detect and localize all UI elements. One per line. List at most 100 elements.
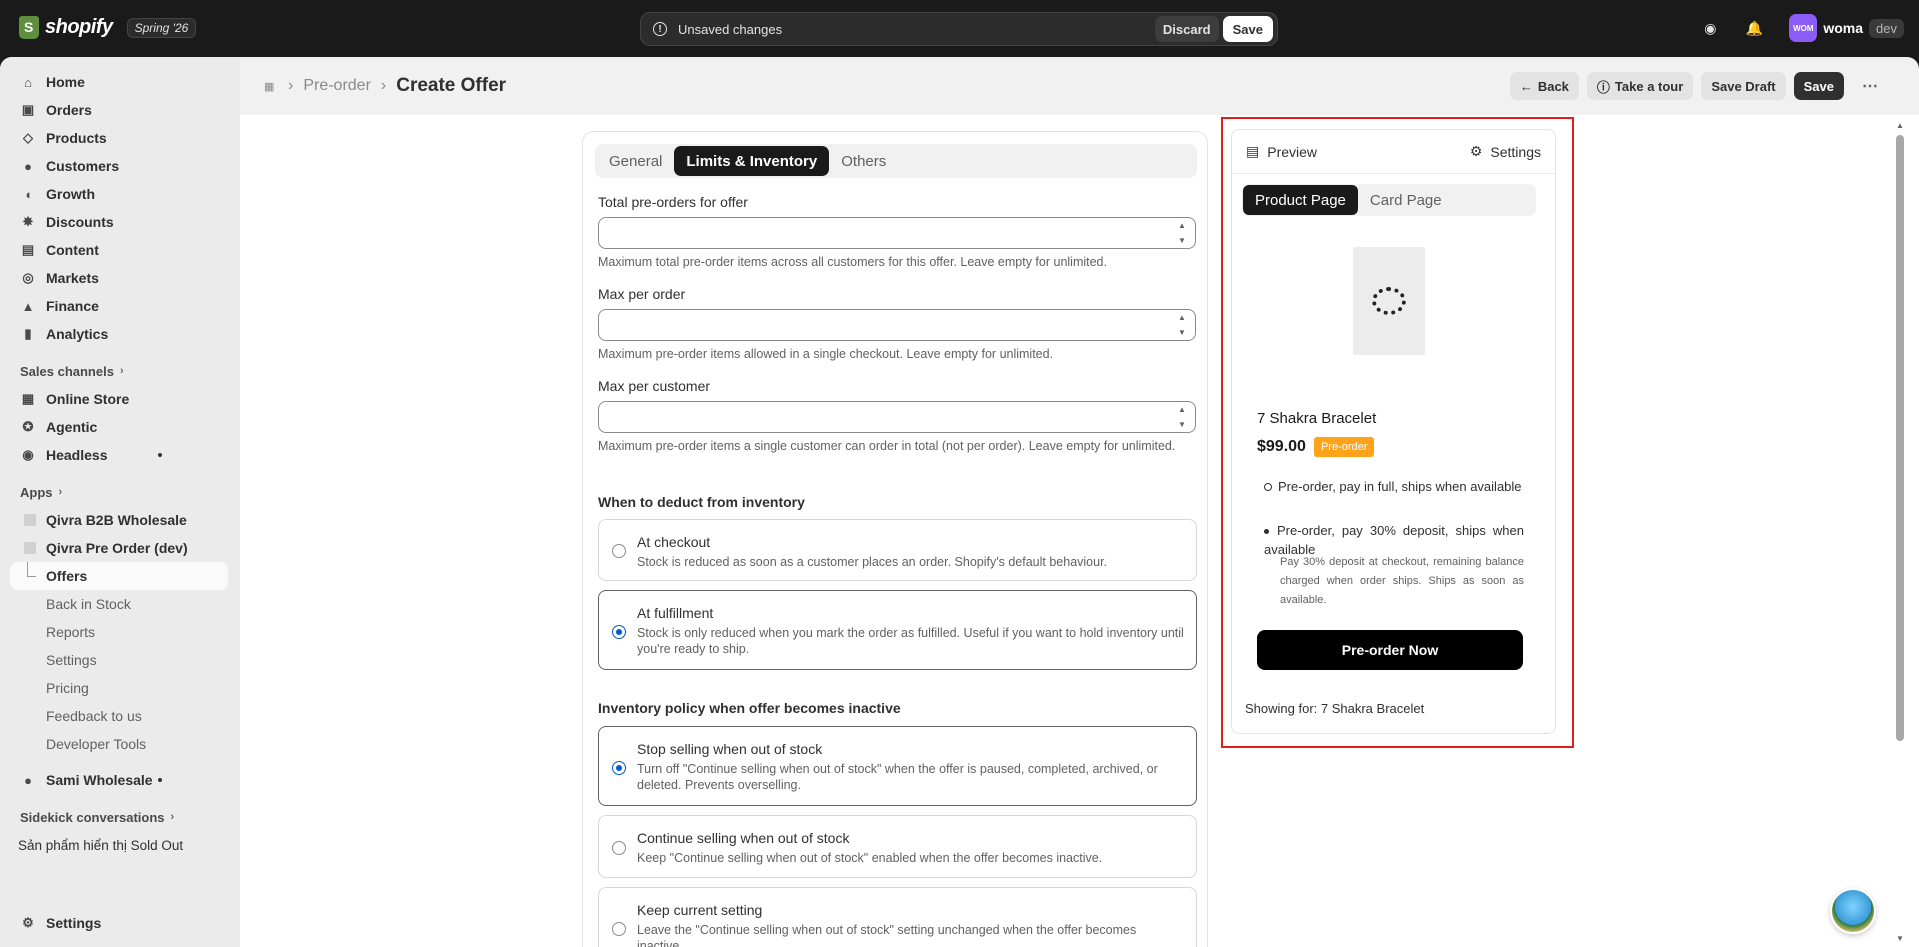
radio-button[interactable] [612,544,626,558]
apps-header[interactable]: Apps › [0,478,240,506]
save-button[interactable]: Save [1793,72,1844,100]
max-per-order-input[interactable]: ▲ ▼ [598,309,1196,341]
sidebar-item-home[interactable]: ⌂ Home [0,68,240,96]
back-button[interactable]: ← Back [1509,72,1579,100]
sidebar-item-analytics[interactable]: ▮ Analytics [0,320,240,348]
season-badge[interactable]: Spring '26 [126,17,197,38]
stepper-icon[interactable]: ▲ ▼ [1175,221,1189,245]
product-name: 7 Shakra Bracelet [1257,410,1377,427]
gear-icon: ⚙ [1469,143,1483,159]
app-icon: ● [24,772,32,788]
preorder-now-button[interactable]: Pre-order Now [1257,630,1523,670]
preorder-badge: Pre-order [1313,437,1375,457]
more-actions-icon[interactable]: ⋯ [1852,72,1889,100]
policy-section-title: Inventory policy when offer becomes inac… [598,700,901,716]
app-grid-icon[interactable]: ▦ [264,79,278,93]
radio-button[interactable] [612,841,626,855]
tab-others[interactable]: Others [829,146,898,176]
bell-icon[interactable]: 🔔 [1745,19,1763,37]
sidebar-subitem-settings[interactable]: Settings [0,646,240,674]
field-label: Max per order [598,286,686,302]
tag-icon: ◇ [23,130,33,145]
sidebar-item-orders[interactable]: ▣ Orders [0,96,240,124]
sales-channels-header[interactable]: Sales channels › [0,357,240,385]
tab-general[interactable]: General [597,146,674,176]
sidebar-item-finance[interactable]: ▲ Finance [0,292,240,320]
total-preorders-input[interactable]: ▲ ▼ [598,217,1196,249]
account-name: woma [1823,20,1864,36]
content-icon: ▤ [21,242,35,257]
breadcrumb[interactable]: Pre-order [303,77,371,95]
sidebar-item-customers[interactable]: ● Customers [0,152,240,180]
sidebar-item-label: Sami Wholesale [46,772,153,788]
scroll-down-icon[interactable]: ▼ [1896,934,1904,943]
account-menu[interactable]: WOM woma dev [1789,14,1904,42]
info-icon: ⓘ [1596,79,1610,95]
shopify-logo[interactable]: shopify Spring '26 [19,16,197,39]
sidebar-subitem-developer-tools[interactable]: Developer Tools [0,730,240,758]
preview-settings-button[interactable]: ⚙ Settings [1470,143,1541,160]
sidebar-subitem-back-in-stock[interactable]: Back in Stock [0,590,240,618]
sidebar-item-online-store[interactable]: ▦ Online Store [0,385,240,413]
sidebar-item-headless[interactable]: ◉ Headless [0,441,240,469]
deduct-option-fulfillment[interactable]: At fulfillment Stock is only reduced whe… [598,590,1197,670]
sidebar-item-discounts[interactable]: ✸ Discounts [0,208,240,236]
tab-card-page[interactable]: Card Page [1358,185,1454,215]
choice-desc: Leave the "Continue selling when out of … [637,923,1137,947]
sidebar-item-products[interactable]: ◇ Products [0,124,240,152]
sidebar-item-label: Content [46,242,99,258]
sidebar-item-markets[interactable]: ◎ Markets [0,264,240,292]
sidebar-subitem-pricing[interactable]: Pricing [0,674,240,702]
save-draft-button[interactable]: Save Draft [1701,72,1786,100]
unsaved-changes-bar: ! Unsaved changes Discard Save [640,12,1278,46]
sidebar-subitem-reports[interactable]: Reports [0,618,240,646]
policy-option-stop-selling[interactable]: Stop selling when out of stock Turn off … [598,726,1197,806]
tab-limits-inventory[interactable]: Limits & Inventory [674,146,830,176]
policy-option-continue-selling[interactable]: Continue selling when out of stock Keep … [598,815,1197,878]
sidekick-icon[interactable]: ◉ [1701,19,1719,37]
radio-button[interactable] [612,922,626,936]
radio-button[interactable] [612,625,626,639]
stepper-icon[interactable]: ▲ ▼ [1175,405,1189,429]
shopify-bag-icon [19,16,39,39]
radio-button[interactable] [612,761,626,775]
preorder-option-full[interactable]: Pre-order, pay in full, ships when avail… [1264,477,1524,496]
max-per-order-field: Max per order ▲ ▼ Maximum pre-order items… [598,286,1196,361]
section-label-text: Sidekick conversations [20,809,165,825]
discard-button[interactable]: Discard [1154,16,1219,42]
max-per-customer-field: Max per customer ▲ ▼ Maximum pre-order it… [598,378,1196,453]
radio-selected-icon [1264,529,1269,535]
sidekick-conversation-item[interactable]: Sản phẩm hiển thị Sold Out [0,831,240,859]
field-help: Maximum pre-order items a single custome… [598,439,1176,453]
policy-option-keep-current[interactable]: Keep current setting Leave the "Continue… [598,887,1197,947]
sidebar-item-label: Agentic [46,419,98,435]
sidebar-item-qivra-preorder[interactable]: Qivra Pre Order (dev) [0,534,240,562]
sidebar-item-growth[interactable]: ◖ Growth [0,180,240,208]
sidekick-launcher-icon[interactable] [1830,888,1876,934]
section-label-text: Apps [20,484,53,500]
sidekick-conversations-header[interactable]: Sidekick conversations › [0,803,240,831]
sidebar-subitem-offers[interactable]: Offers [10,562,228,590]
sidebar-item-label: Qivra Pre Order (dev) [46,540,188,556]
sidebar-item-agentic[interactable]: ✪ Agentic [0,413,240,441]
take-tour-button[interactable]: ⓘ Take a tour [1586,72,1694,100]
scroll-thumb[interactable] [1896,135,1904,741]
option-label: Pre-order, pay 30% deposit, ships when a… [1264,523,1524,557]
bracelet-image-icon [1372,287,1406,315]
sidebar-item-qivra-b2b[interactable]: Qivra B2B Wholesale [0,506,240,534]
settings-label: Settings [1490,143,1541,160]
sidebar-subitem-feedback[interactable]: Feedback to us [0,702,240,730]
discount-icon: ✸ [22,214,34,229]
page-scrollbar[interactable]: ▲ ▼ [1896,121,1904,943]
sidebar-item-settings[interactable]: ⚙ Settings [0,909,240,937]
stepper-icon[interactable]: ▲ ▼ [1175,313,1189,337]
sidebar-item-content[interactable]: ▤ Content [0,236,240,264]
preview-tabs: Product Page Card Page [1242,184,1536,216]
tab-product-page[interactable]: Product Page [1243,185,1358,215]
top-save-button[interactable]: Save [1222,16,1273,42]
max-per-customer-input[interactable]: ▲ ▼ [598,401,1196,433]
scroll-up-icon[interactable]: ▲ [1896,121,1904,130]
sidebar-item-sami-wholesale[interactable]: ● Sami Wholesale [0,766,240,794]
deduct-option-checkout[interactable]: At checkout Stock is reduced as soon as … [598,519,1197,581]
choice-title: At checkout [637,534,711,550]
